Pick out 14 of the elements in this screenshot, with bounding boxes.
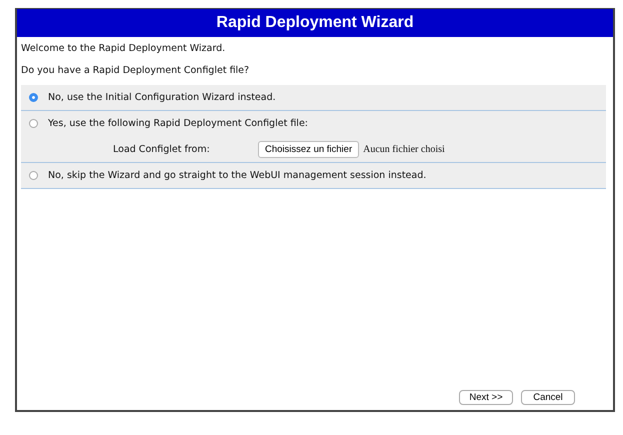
option-label: No, skip the Wizard and go straight to the WebUI management session instead. (48, 170, 426, 181)
radio-button[interactable] (29, 171, 38, 180)
load-label: Load Configlet from: (113, 144, 211, 154)
next-button[interactable]: Next >> (459, 390, 513, 405)
file-status: Aucun fichier choisi (363, 144, 445, 154)
option-label: No, use the Initial Configuration Wizard instead. (48, 92, 276, 103)
question-text: Do you have a Rapid Deployment Configlet file? (21, 64, 250, 78)
option-label: Yes, use the following Rapid Deployment Configlet file: (48, 118, 308, 129)
radio-button[interactable] (29, 119, 38, 128)
cancel-button[interactable]: Cancel (521, 390, 575, 405)
window-title: Rapid Deployment Wizard (17, 9, 613, 37)
choose-file-button[interactable]: Choisissez un fichier (258, 140, 360, 158)
intro-text: Welcome to the Rapid Deployment Wizard. (21, 42, 226, 56)
radio-button[interactable] (29, 93, 38, 102)
